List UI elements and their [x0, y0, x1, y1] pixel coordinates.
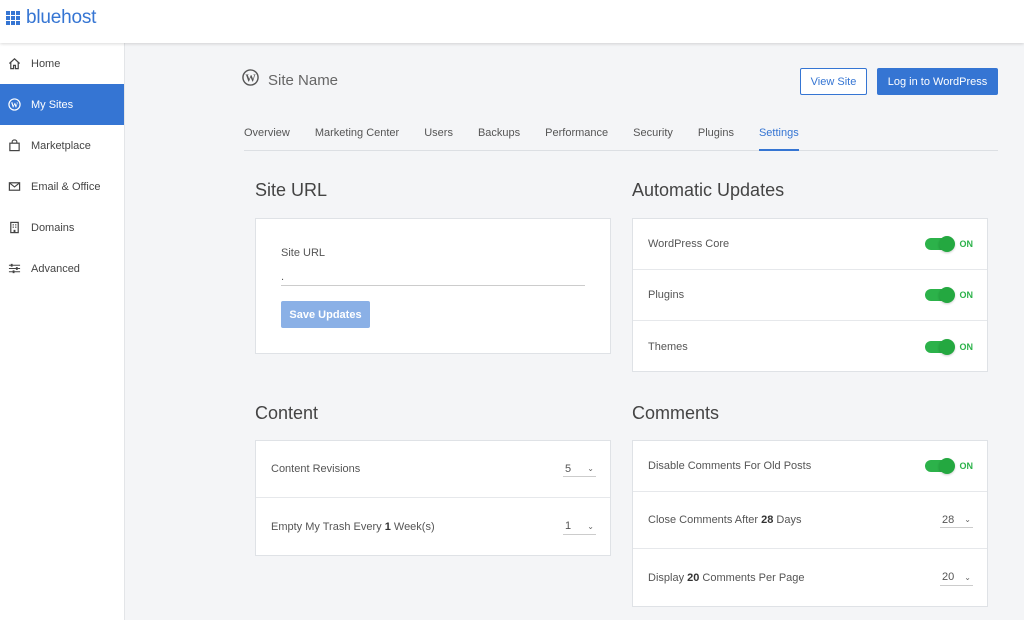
themes-toggle[interactable]: ON: [924, 338, 974, 355]
wordpress-core-toggle[interactable]: ON: [924, 236, 974, 252]
update-row-themes: Themes ON: [633, 321, 987, 372]
select-value: 20: [942, 571, 955, 583]
top-bar: bluehost: [0, 0, 1024, 43]
toggle-state: ON: [959, 290, 974, 300]
sidebar-item-email-office[interactable]: Email & Office: [0, 166, 124, 207]
content-revisions-row: Content Revisions 5 ⌄: [256, 441, 610, 498]
content-card: Content Revisions 5 ⌄ Empty My Trash Eve…: [255, 440, 611, 556]
sidebar-item-my-sites[interactable]: W My Sites: [0, 84, 124, 125]
content-title: Content: [255, 403, 319, 423]
comments-per-page-row: Display 20 Comments Per Page 20 ⌄: [633, 549, 987, 606]
mail-icon: [7, 180, 21, 194]
sidebar-item-marketplace[interactable]: Marketplace: [0, 125, 124, 166]
disable-comments-row: Disable Comments For Old Posts ON: [633, 441, 987, 492]
site-url-label: Site URL: [281, 247, 326, 259]
grid-icon: [6, 11, 20, 25]
toggle-state: ON: [959, 341, 974, 352]
chevron-down-icon: ⌄: [964, 515, 971, 524]
chevron-down-icon: ⌄: [587, 521, 594, 531]
close-comments-label: Close Comments After 28 Days: [648, 514, 802, 526]
settings-tabs: Overview Marketing Center Users Backups …: [244, 127, 998, 151]
select-value: 1: [565, 520, 572, 532]
sidebar-item-advanced[interactable]: Advanced: [0, 248, 124, 289]
tab-backups[interactable]: Backups: [478, 127, 520, 151]
empty-trash-select[interactable]: 1 ⌄: [563, 519, 596, 535]
sidebar-item-label: Marketplace: [31, 139, 91, 152]
sliders-icon: [7, 262, 21, 276]
close-comments-row: Close Comments After 28 Days 28 ⌄: [633, 492, 987, 549]
site-name: Site Name: [268, 71, 339, 89]
building-icon: [7, 221, 21, 235]
sidebar-item-label: Domains: [31, 221, 75, 234]
comments-title: Comments: [632, 403, 720, 423]
comments-card: Disable Comments For Old Posts ON Close …: [632, 440, 988, 607]
svg-text:W: W: [245, 73, 256, 84]
tab-performance[interactable]: Performance: [545, 127, 608, 151]
content-revisions-label: Content Revisions: [271, 463, 361, 475]
brand-name: bluehost: [26, 7, 97, 28]
tab-plugins[interactable]: Plugins: [698, 127, 734, 151]
sidebar-item-label: My Sites: [31, 98, 74, 111]
comments-per-page-label: Display 20 Comments Per Page: [648, 571, 805, 584]
login-wordpress-button[interactable]: Log in to WordPress: [877, 68, 998, 95]
row-label: Plugins: [648, 289, 685, 301]
sidebar-item-label: Home: [31, 57, 61, 70]
toggle-state: ON: [959, 239, 974, 249]
tab-security[interactable]: Security: [633, 127, 673, 151]
automatic-updates-title: Automatic Updates: [632, 180, 785, 200]
row-label: Themes: [648, 340, 688, 353]
sidebar-item-label: Email & Office: [31, 180, 101, 193]
bluehost-logo[interactable]: bluehost: [6, 7, 96, 29]
disable-comments-label: Disable Comments For Old Posts: [648, 460, 812, 472]
comments-per-page-select[interactable]: 20 ⌄: [940, 570, 973, 586]
site-url-card: Site URL Save Updates: [255, 218, 611, 354]
content-revisions-select[interactable]: 5 ⌄: [563, 461, 596, 477]
site-header: W Site Name: [242, 69, 338, 91]
site-url-input[interactable]: [281, 269, 585, 286]
wordpress-icon: W: [7, 98, 21, 112]
sidebar: Home W My Sites Marketplace Email & Offi…: [0, 43, 125, 620]
row-label: WordPress Core: [648, 238, 730, 250]
home-icon: [7, 57, 21, 71]
empty-trash-label: Empty My Trash Every 1 Week(s): [271, 520, 435, 533]
disable-comments-toggle[interactable]: ON: [924, 458, 974, 474]
sidebar-item-domains[interactable]: Domains: [0, 207, 124, 248]
empty-trash-row: Empty My Trash Every 1 Week(s) 1 ⌄: [256, 498, 610, 555]
plugins-toggle[interactable]: ON: [924, 287, 974, 303]
sidebar-item-label: Advanced: [31, 262, 80, 275]
sidebar-item-home[interactable]: Home: [0, 43, 124, 84]
tab-marketing-center[interactable]: Marketing Center: [315, 127, 399, 151]
close-comments-select[interactable]: 28 ⌄: [940, 512, 973, 528]
tab-settings[interactable]: Settings: [758, 127, 799, 151]
site-url-title: Site URL: [255, 180, 328, 200]
select-value: 5: [565, 462, 572, 475]
automatic-updates-card: WordPress Core ON Plugins ON Themes ON: [632, 218, 988, 372]
toggle-state: ON: [959, 461, 974, 471]
svg-text:W: W: [10, 100, 18, 109]
wordpress-icon: W: [242, 69, 259, 91]
chevron-down-icon: ⌄: [964, 572, 971, 582]
tab-overview[interactable]: Overview: [244, 127, 290, 151]
tab-users[interactable]: Users: [424, 127, 453, 151]
update-row-plugins: Plugins ON: [633, 270, 987, 321]
save-updates-button[interactable]: Save Updates: [281, 301, 370, 328]
select-value: 28: [942, 513, 955, 526]
update-row-wordpress-core: WordPress Core ON: [633, 219, 987, 270]
main-content: W Site Name View Site Log in to WordPres…: [126, 43, 1024, 620]
bag-icon: [7, 139, 21, 153]
chevron-down-icon: ⌄: [587, 464, 594, 473]
view-site-button[interactable]: View Site: [800, 68, 867, 95]
